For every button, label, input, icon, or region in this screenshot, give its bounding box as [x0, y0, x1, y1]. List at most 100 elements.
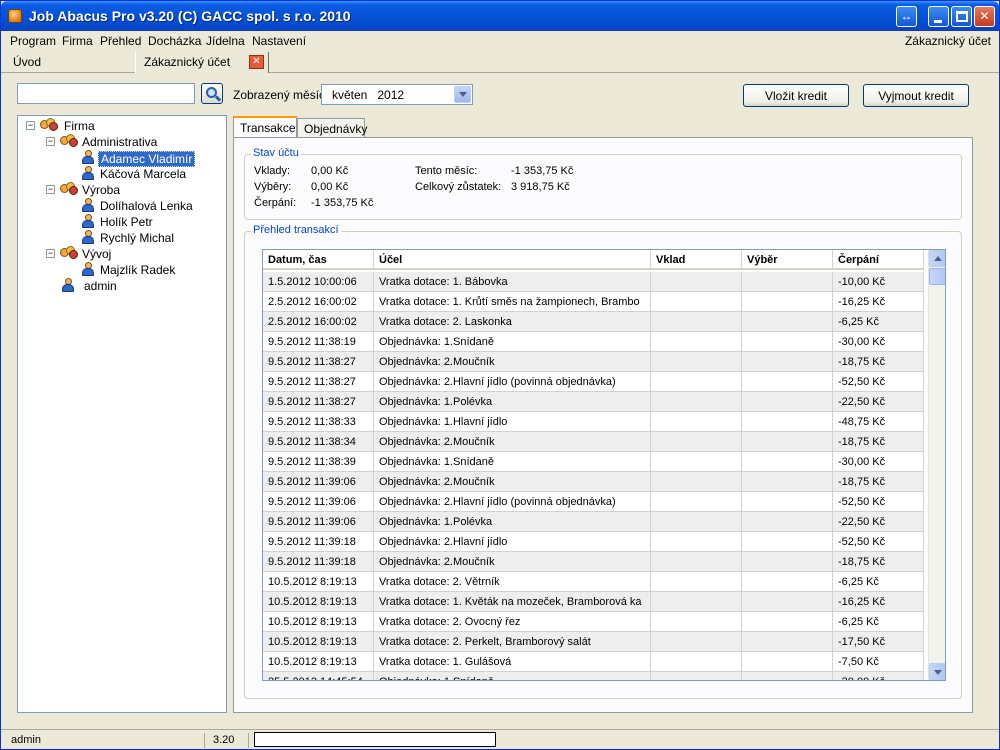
table-row[interactable]: 9.5.2012 11:38:27 Objednávka: 2.Hlavní jí…: [263, 372, 924, 392]
table-row[interactable]: 9.5.2012 11:39:06 Objednávka: 1.Polévka -2…: [263, 512, 924, 532]
table-cell: [742, 272, 833, 292]
table-cell: 9.5.2012 11:39:06: [263, 472, 374, 492]
table-row[interactable]: 25.5.2012 14:45:54Objednávka: 1.Snídaně -…: [263, 672, 924, 680]
minimize-icon: [934, 20, 942, 23]
table-row[interactable]: 9.5.2012 11:39:18 Objednávka: 2.Hlavní jí…: [263, 532, 924, 552]
switch-view-button[interactable]: ↔: [896, 6, 917, 27]
scroll-thumb[interactable]: [929, 268, 945, 285]
maximize-icon: [956, 11, 968, 22]
table-row[interactable]: 10.5.2012 8:19:13 Vratka dotace: 2. Větrn…: [263, 572, 924, 592]
table-row[interactable]: 10.5.2012 8:19:13 Vratka dotace: 1. Guláš…: [263, 652, 924, 672]
table-cell: [651, 372, 742, 392]
table-row[interactable]: 2.5.2012 16:00:02 Vratka dotace: 2. Lasko…: [263, 312, 924, 332]
table-cell: [742, 372, 833, 392]
insert-credit-button[interactable]: Vložit kredit: [743, 84, 849, 107]
user-icon: [82, 230, 94, 244]
column-header-date[interactable]: Datum, čas: [263, 250, 374, 270]
deposits-value: 0,00 Kč: [311, 165, 349, 177]
table-cell: -18,75 Kč: [833, 552, 924, 572]
tab-transactions[interactable]: Transakce: [233, 116, 297, 138]
table-cell: [651, 492, 742, 512]
collapse-icon[interactable]: −: [46, 249, 55, 258]
table-row[interactable]: 9.5.2012 11:38:27 Objednávka: 2.Moučník -1…: [263, 352, 924, 372]
user-icon: [82, 214, 94, 228]
table-cell: [651, 412, 742, 432]
group-icon: [40, 118, 58, 132]
table-row[interactable]: 9.5.2012 11:38:33 Objednávka: 1.Hlavní jí…: [263, 412, 924, 432]
close-tab-icon[interactable]: ✕: [249, 55, 264, 69]
table-cell: [742, 292, 833, 312]
close-window-button[interactable]: ✕: [974, 6, 995, 27]
collapse-icon[interactable]: −: [46, 185, 55, 194]
user-icon: [82, 150, 94, 164]
title-bar[interactable]: Job Abacus Pro v3.20 (C) GACC spol. s r.…: [1, 1, 999, 31]
table-cell: [742, 572, 833, 592]
scroll-down-button[interactable]: [929, 663, 945, 680]
table-row[interactable]: 10.5.2012 8:19:13 Vratka dotace: 2. Perke…: [263, 632, 924, 652]
table-cell: 10.5.2012 8:19:13: [263, 572, 374, 592]
table-row[interactable]: 9.5.2012 11:38:34 Objednávka: 2.Moučník -1…: [263, 432, 924, 452]
table-cell: [651, 592, 742, 612]
table-cell: -52,50 Kč: [833, 532, 924, 552]
table-cell: [651, 612, 742, 632]
column-header-spending[interactable]: Čerpání: [833, 250, 924, 270]
menu-firma[interactable]: Firma: [62, 34, 93, 48]
withdraw-credit-button[interactable]: Vyjmout kredit: [863, 84, 969, 107]
table-row[interactable]: 9.5.2012 11:38:19 Objednávka: 1.Snídaně -3…: [263, 332, 924, 352]
minimize-button[interactable]: [928, 6, 949, 27]
column-header-purpose[interactable]: Účel: [374, 250, 651, 270]
balance-label: Celkový zůstatek:: [415, 181, 502, 193]
column-header-withdrawal[interactable]: Výběr: [742, 250, 833, 270]
table-row[interactable]: 9.5.2012 11:38:39 Objednávka: 1.Snídaně -3…: [263, 452, 924, 472]
menu-nastaveni[interactable]: Nastavení: [252, 34, 306, 48]
table-cell: Objednávka: 1.Hlavní jídlo: [374, 412, 651, 432]
table-cell: [742, 532, 833, 552]
transactions-table[interactable]: Datum, čas Účel Vklad Výběr Čerpání 1.5.…: [262, 249, 946, 681]
table-cell: 10.5.2012 8:19:13: [263, 632, 374, 652]
search-button[interactable]: [201, 83, 223, 104]
table-cell: Objednávka: 1.Snídaně: [374, 452, 651, 472]
table-row[interactable]: 1.5.2012 10:00:06 Vratka dotace: 1. Bábov…: [263, 272, 924, 292]
table-cell: [742, 492, 833, 512]
tab-orders[interactable]: Objednávky: [297, 118, 367, 139]
table-cell: [742, 312, 833, 332]
table-cell: [651, 432, 742, 452]
table-cell: -30,00 Kč: [833, 332, 924, 352]
month-dropdown-button[interactable]: [454, 86, 471, 103]
app-icon[interactable]: [8, 9, 22, 23]
doc-tab-uvod[interactable]: Úvod: [5, 52, 135, 73]
menu-program[interactable]: Program: [10, 34, 56, 48]
table-cell: -16,25 Kč: [833, 292, 924, 312]
table-cell: 9.5.2012 11:38:34: [263, 432, 374, 452]
maximize-button[interactable]: [951, 6, 972, 27]
table-cell: 9.5.2012 11:39:18: [263, 552, 374, 572]
table-row[interactable]: 9.5.2012 11:39:06 Objednávka: 2.Hlavní jí…: [263, 492, 924, 512]
table-row[interactable]: 10.5.2012 8:19:13 Vratka dotace: 1. Květá…: [263, 592, 924, 612]
table-cell: Objednávka: 2.Hlavní jídlo: [374, 532, 651, 552]
search-input[interactable]: [17, 83, 195, 104]
company-tree[interactable]: − Firma − Administrativa Adamec Vladimír…: [17, 115, 227, 713]
table-cell: [651, 532, 742, 552]
table-cell: [651, 312, 742, 332]
table-cell: 9.5.2012 11:39:06: [263, 492, 374, 512]
month-select[interactable]: květen 2012: [321, 84, 473, 105]
table-row[interactable]: 9.5.2012 11:39:06 Objednávka: 2.Moučník -1…: [263, 472, 924, 492]
menu-prehled[interactable]: Přehled: [100, 34, 141, 48]
table-cell: [651, 272, 742, 292]
user-icon: [82, 262, 94, 276]
menu-dochazka[interactable]: Docházka: [148, 34, 201, 48]
table-row[interactable]: 9.5.2012 11:39:18 Objednávka: 2.Moučník -1…: [263, 552, 924, 572]
this-month-value: -1 353,75 Kč: [511, 165, 574, 177]
table-row[interactable]: 9.5.2012 11:38:27 Objednávka: 1.Polévka -2…: [263, 392, 924, 412]
table-row[interactable]: 2.5.2012 16:00:02 Vratka dotace: 1. Krůtí…: [263, 292, 924, 312]
menu-jidelna[interactable]: Jídelna: [206, 34, 245, 48]
scroll-up-button[interactable]: [929, 250, 945, 267]
vertical-scrollbar[interactable]: [928, 250, 945, 680]
collapse-icon[interactable]: −: [46, 137, 55, 146]
table-cell: -18,75 Kč: [833, 432, 924, 452]
column-header-deposit[interactable]: Vklad: [651, 250, 742, 270]
account-summary-title: Stav účtu: [251, 147, 301, 159]
table-cell: [651, 332, 742, 352]
table-row[interactable]: 10.5.2012 8:19:13 Vratka dotace: 2. Ovocn…: [263, 612, 924, 632]
collapse-icon[interactable]: −: [26, 121, 35, 130]
